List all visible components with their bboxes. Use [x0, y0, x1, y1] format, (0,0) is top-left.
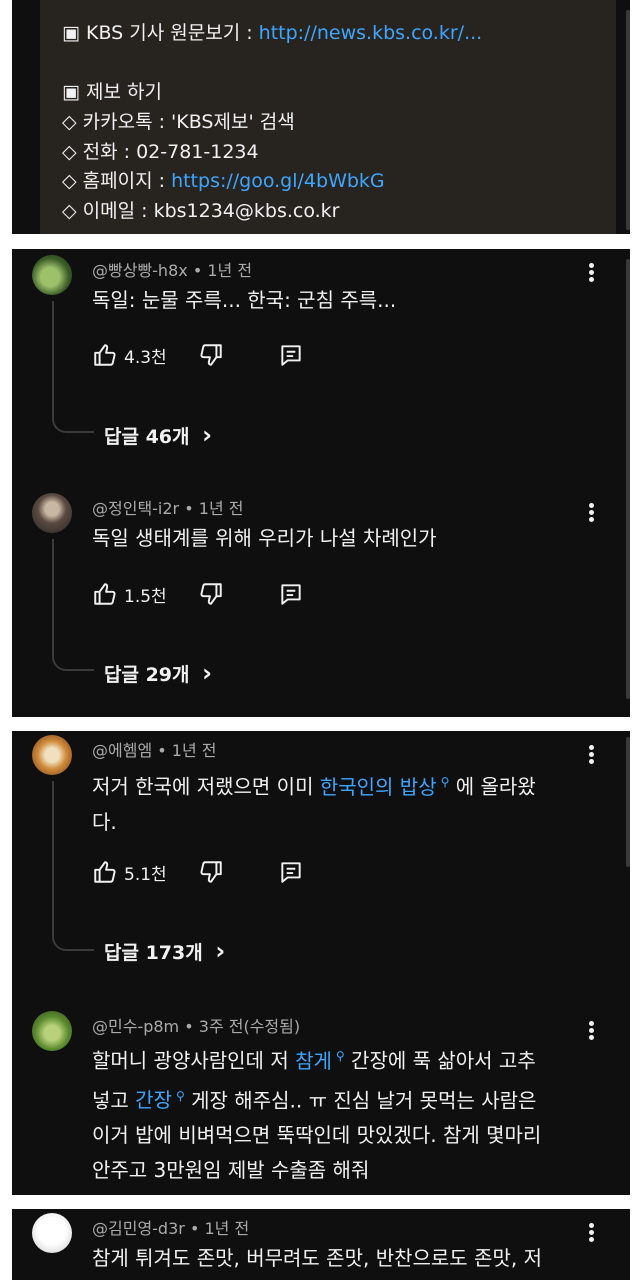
- avatar[interactable]: [32, 1011, 72, 1051]
- search-icon: ⚲: [175, 1088, 185, 1103]
- like-count: 4.3천: [124, 347, 167, 368]
- comment-actions: 5.1천: [92, 857, 352, 887]
- like-button[interactable]: 4.3천: [92, 340, 167, 370]
- dislike-button[interactable]: [198, 579, 224, 609]
- avatar[interactable]: [32, 735, 72, 775]
- description-box: ▣ KBS 기사 원문보기 : http://news.kbs.co.kr/..…: [40, 0, 616, 234]
- thumb-down-icon: [200, 861, 222, 883]
- comment-actions: 1.5천: [92, 579, 352, 609]
- desc-line-kakao: ◇ 카카오톡 : 'KBS제보' 검색: [62, 111, 295, 133]
- comment-meta: @에헴엠 • 1년 전: [92, 741, 217, 760]
- comment-text: 저거 한국에 저랬으면 이미 한국인의 밥상 ⚲ 에 올라왔 다.: [92, 774, 536, 834]
- search-icon: ⚲: [335, 1049, 345, 1063]
- comment-item: @빵상빵-h8x • 1년 전 독일: 눈물 주륵... 한국: 군침 주륵..…: [12, 249, 630, 479]
- view-replies-button[interactable]: 답글 46개 ›: [104, 421, 212, 449]
- thread-line: [52, 539, 94, 671]
- search-link[interactable]: 간장 ⚲: [135, 1088, 185, 1112]
- comment-author[interactable]: @빵상빵-h8x: [92, 261, 188, 280]
- comment-meta: @정인택-i2r • 1년 전: [92, 499, 244, 518]
- thumb-down-icon: [200, 344, 222, 366]
- desc-line-homepage: ◇ 홈페이지 : https://goo.gl/4bWbkG: [62, 170, 385, 192]
- comment-text: 독일: 눈물 주륵... 한국: 군침 주륵...: [92, 288, 397, 312]
- article-link[interactable]: http://news.kbs.co.kr/...: [259, 22, 483, 44]
- avatar[interactable]: [32, 255, 72, 295]
- comment-text: 할머니 광양사람인데 저 참게 ⚲ 간장에 푹 삶아서 고추 넣고 간장 ⚲ 게장 …: [92, 1048, 542, 1183]
- homepage-link[interactable]: https://goo.gl/4bWbkG: [171, 170, 385, 192]
- chevron-right-icon: ›: [202, 659, 213, 687]
- comments-panel-2: @에헴엠 • 1년 전 저거 한국에 저랬으면 이미 한국인의 밥상 ⚲ 에 올라…: [12, 731, 630, 1195]
- desc-line-report: ▣ 제보 하기: [62, 81, 162, 103]
- chevron-right-icon: ›: [215, 937, 226, 965]
- comment-author[interactable]: @김민영-d3r: [92, 1219, 185, 1238]
- comment-reply-icon: [281, 584, 301, 605]
- comment-time: 1년 전: [204, 1219, 250, 1238]
- comment-author[interactable]: @민수-p8m: [92, 1017, 179, 1036]
- comment-text: 독일 생태계를 위해 우리가 나설 차례인가: [92, 526, 437, 550]
- comments-panel-3: @김민영-d3r • 1년 전 참게 튀겨도 존맛, 버무려도 존맛, 반찬으로…: [12, 1209, 630, 1280]
- reply-button[interactable]: [278, 579, 304, 609]
- thread-line: [52, 301, 94, 433]
- desc-line-article: ▣ KBS 기사 원문보기 : http://news.kbs.co.kr/..…: [62, 22, 483, 44]
- comment-reply-icon: [281, 345, 301, 366]
- comment-item: @정인택-i2r • 1년 전 독일 생태계를 위해 우리가 나설 차례인가 1…: [12, 489, 630, 717]
- comment-item: @민수-p8m • 3주 전(수정됨) 할머니 광양사람인데 저 참게 ⚲ 간장에…: [12, 1007, 630, 1195]
- desc-line-email: ◇ 이메일 : kbs1234@kbs.co.kr: [62, 200, 340, 222]
- comment-author[interactable]: @정인택-i2r: [92, 499, 179, 518]
- more-options-icon[interactable]: [582, 501, 600, 527]
- comment-author[interactable]: @에헴엠: [92, 741, 152, 760]
- like-button[interactable]: 5.1천: [92, 857, 167, 887]
- reply-button[interactable]: [278, 857, 304, 887]
- chevron-right-icon: ›: [202, 421, 213, 449]
- description-panel: ▣ KBS 기사 원문보기 : http://news.kbs.co.kr/..…: [12, 0, 630, 234]
- comment-item: @에헴엠 • 1년 전 저거 한국에 저랬으면 이미 한국인의 밥상 ⚲ 에 올라…: [12, 731, 630, 981]
- avatar[interactable]: [32, 1213, 72, 1253]
- like-count: 1.5천: [124, 586, 167, 607]
- comment-time: 3주 전(수정됨): [198, 1017, 301, 1036]
- like-button[interactable]: 1.5천: [92, 579, 167, 609]
- more-options-icon[interactable]: [582, 1221, 600, 1247]
- comment-reply-icon: [281, 862, 301, 883]
- view-replies-button[interactable]: 답글 173개 ›: [104, 937, 225, 965]
- search-link[interactable]: 한국인의 밥상 ⚲: [320, 775, 450, 799]
- dislike-button[interactable]: [198, 340, 224, 370]
- comment-meta: @빵상빵-h8x • 1년 전: [92, 261, 253, 280]
- thumb-up-icon: [94, 344, 116, 366]
- comment-text: 참게 튀겨도 존맛, 버무려도 존맛, 반찬으로도 존맛, 저: [92, 1246, 542, 1270]
- thumb-up-icon: [94, 583, 116, 605]
- comment-item: @김민영-d3r • 1년 전 참게 튀겨도 존맛, 버무려도 존맛, 반찬으로…: [12, 1209, 630, 1280]
- comment-actions: 4.3천: [92, 340, 352, 370]
- comment-time: 1년 전: [207, 261, 253, 280]
- dislike-button[interactable]: [198, 857, 224, 887]
- more-options-icon[interactable]: [582, 1019, 600, 1045]
- comment-meta: @민수-p8m • 3주 전(수정됨): [92, 1017, 301, 1036]
- reply-button[interactable]: [278, 340, 304, 370]
- comment-meta: @김민영-d3r • 1년 전: [92, 1219, 250, 1238]
- search-link[interactable]: 참게 ⚲: [295, 1049, 345, 1073]
- thumb-up-icon: [94, 861, 116, 883]
- like-count: 5.1천: [124, 864, 167, 885]
- more-options-icon[interactable]: [582, 743, 600, 769]
- desc-line-phone: ◇ 전화 : 02-781-1234: [62, 141, 259, 163]
- more-options-icon[interactable]: [582, 261, 600, 287]
- thumb-down-icon: [200, 583, 222, 605]
- comment-time: 1년 전: [171, 741, 217, 760]
- comments-panel-1: @빵상빵-h8x • 1년 전 독일: 눈물 주륵... 한국: 군침 주륵..…: [12, 249, 630, 717]
- view-replies-button[interactable]: 답글 29개 ›: [104, 659, 212, 687]
- thread-line: [52, 781, 94, 951]
- avatar[interactable]: [32, 493, 72, 533]
- comment-time: 1년 전: [198, 499, 244, 518]
- scrollbar[interactable]: [626, 10, 630, 230]
